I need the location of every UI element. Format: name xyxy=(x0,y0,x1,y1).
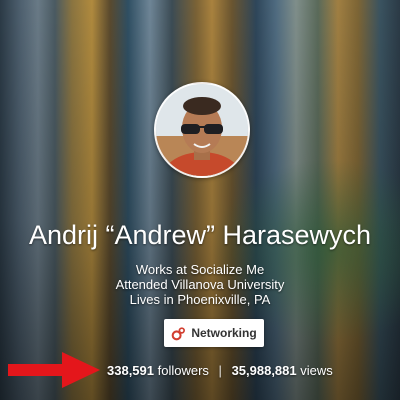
profile-education: Attended Villanova University xyxy=(115,277,285,292)
circle-status-button[interactable]: Networking xyxy=(164,319,264,347)
profile-work: Works at Socialize Me xyxy=(135,262,265,277)
profile-details: Works at Socialize Me Attended Villanova… xyxy=(0,262,400,307)
profile-stats: 338,591 followers | 35,988,881 views xyxy=(107,363,333,379)
red-arrow-icon xyxy=(8,352,100,388)
followers-label: followers xyxy=(157,363,209,378)
circle-status-label: Networking xyxy=(191,326,257,340)
views-count: 35,988,881 xyxy=(231,363,297,378)
avatar-photo xyxy=(156,84,248,176)
circles-icon xyxy=(171,326,186,340)
profile-avatar[interactable] xyxy=(154,82,250,178)
stats-separator: | xyxy=(218,363,222,378)
profile-location: Lives in Phoenixville, PA xyxy=(129,292,271,307)
followers-count: 338,591 xyxy=(107,363,154,378)
views-label: views xyxy=(300,363,333,378)
profile-name: Andrij “Andrew” Harasewych xyxy=(28,220,372,250)
